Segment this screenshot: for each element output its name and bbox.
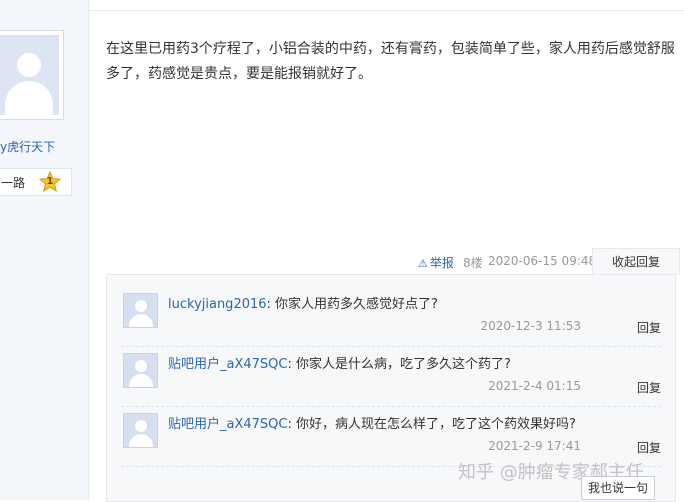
- reply-time: 2021-2-4 01:15: [488, 379, 581, 393]
- reply-username[interactable]: 贴吧用户_aX47SQC: [168, 417, 287, 432]
- reply-time: 2020-12-3 11:53: [480, 319, 582, 333]
- list-item: luckyjiang2016: 你家人用药多久感觉好点了? 2020-12-3 …: [121, 287, 661, 347]
- post-date: 2020-06-15 09:48: [488, 254, 597, 268]
- author-level: 一路 1: [0, 168, 72, 196]
- reply-avatar[interactable]: [123, 353, 158, 388]
- floor-number: 8楼: [463, 256, 483, 270]
- reply-username[interactable]: 贴吧用户_aX47SQC: [168, 357, 287, 372]
- author-panel: y虎行天下 一路 1: [0, 0, 89, 500]
- author-username[interactable]: y虎行天下: [0, 138, 55, 155]
- reply-text: : 你家人用药多久感觉好点了?: [266, 297, 438, 312]
- reply-button[interactable]: 回复: [637, 439, 661, 456]
- author-avatar[interactable]: [0, 30, 64, 120]
- reply-time: 2021-2-9 17:41: [488, 439, 581, 453]
- warning-icon: ⚠: [418, 257, 428, 270]
- reply-text: : 你家人是什么病，吃了多久这个药了?: [287, 357, 511, 372]
- report-link[interactable]: ⚠ 举报: [418, 254, 454, 271]
- post-content: 在这里已用药3个疗程了，小铝合装的中药，还有膏药，包装简单了些，家人用药后感觉舒…: [106, 41, 675, 82]
- post-meta: ⚠ 举报 8楼 2020-06-15 09:48 收起回复: [106, 248, 684, 275]
- level-star-icon: 1: [39, 171, 61, 193]
- reply-text: : 你好，病人现在怎么样了，吃了这个药效果好吗?: [287, 417, 576, 432]
- reply-username[interactable]: luckyjiang2016: [168, 297, 267, 312]
- reply-button[interactable]: 回复: [637, 379, 661, 396]
- reply-avatar[interactable]: [123, 293, 158, 328]
- level-name: 一路: [1, 176, 26, 190]
- collapse-replies-button[interactable]: 收起回复: [592, 248, 680, 275]
- reply-button[interactable]: 回复: [637, 319, 661, 336]
- avatar-placeholder-icon: [0, 35, 59, 115]
- say-something-button[interactable]: 我也说一句: [581, 476, 655, 500]
- level-number: 1: [46, 176, 54, 187]
- divider: [88, 10, 684, 11]
- reply-avatar[interactable]: [123, 413, 158, 448]
- list-item: 贴吧用户_aX47SQC: 你家人是什么病，吃了多久这个药了? 2021-2-4…: [121, 347, 661, 407]
- report-label: 举报: [429, 256, 454, 270]
